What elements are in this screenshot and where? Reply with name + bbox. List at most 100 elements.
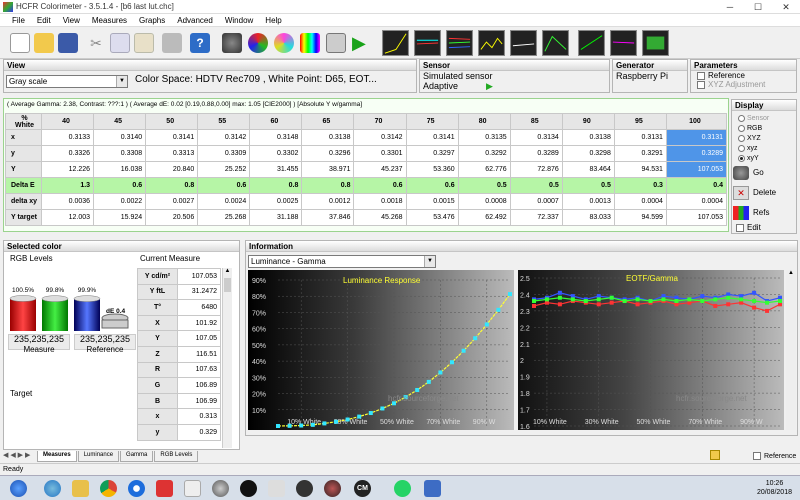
menu-advanced[interactable]: Advanced [171,16,219,25]
eotf-graph[interactable]: 2.5 2.4 2.3 2.2 2.1 2 1.9 1.8 1.7 1.6 10% White 30%… [518,270,784,430]
calibration-app-icon[interactable] [424,480,441,497]
grid-cell[interactable]: 0.3 [613,177,667,194]
grid-column-header[interactable]: 95 [613,113,667,130]
graph-cie-icon[interactable] [542,30,569,56]
reference-checkbox[interactable]: Reference [691,71,796,80]
cut-icon[interactable]: ✂ [86,33,106,53]
status-reference-checkbox[interactable]: Reference [753,452,796,460]
grid-cell[interactable]: 0.6 [353,177,407,194]
grid-cell[interactable]: 0.0018 [353,193,407,210]
grid-cell[interactable]: 0.6 [93,177,147,194]
grid-cell[interactable]: 31.188 [249,209,303,226]
grid-cell[interactable]: 0.5 [509,177,563,194]
print-icon[interactable] [162,33,182,53]
folder-icon[interactable] [72,480,89,497]
pdf-icon[interactable] [156,480,173,497]
grid-cell[interactable]: 83.464 [561,161,615,178]
grid-cell[interactable]: 0.0008 [457,193,511,210]
grid-cell[interactable]: 12.003 [40,209,95,226]
grid-cell[interactable]: 0.0025 [249,193,303,210]
menu-measures[interactable]: Measures [86,16,133,25]
grid-cell[interactable]: 0.0007 [509,193,563,210]
grid-column-header[interactable]: 50 [145,113,199,130]
chrome-icon[interactable] [100,480,117,497]
go-button[interactable]: Go [733,164,783,181]
start-button-icon[interactable] [10,480,27,497]
tab-luminance[interactable]: Luminance [77,451,120,462]
grid-cell[interactable]: 62.776 [457,161,511,178]
grid-column-header[interactable]: 40 [40,113,95,130]
xyz-adjust-checkbox[interactable]: XYZ Adjustment [691,80,796,89]
grid-cell-selected[interactable]: 0.3289 [665,145,728,162]
grid-cell[interactable]: 15.924 [93,209,147,226]
grid-cell[interactable]: 0.4 [665,177,728,194]
minimize-icon[interactable]: ─ [716,0,744,14]
menu-edit[interactable]: Edit [31,16,57,25]
media-icon[interactable] [240,480,257,497]
grid-cell[interactable]: 0.3289 [509,145,563,162]
view-mode-select[interactable]: Gray scale ▼ [6,75,128,88]
scroll-up-icon[interactable]: ▲ [223,268,232,278]
grid-cell[interactable]: 0.3131 [613,129,667,146]
grid-column-header[interactable]: 90 [561,113,615,130]
grid-cell[interactable]: 0.3142 [353,129,407,146]
notepad-icon[interactable] [184,480,201,497]
grid-cell[interactable]: 72.876 [509,161,563,178]
new-file-icon[interactable] [10,33,30,53]
maximize-icon[interactable]: ☐ [744,0,772,14]
grid-cell[interactable]: 0.3302 [249,145,303,162]
grid-cell[interactable]: 83.033 [561,209,615,226]
graph-saturation-shift-icon[interactable] [610,30,637,56]
graph-gamma-icon[interactable] [414,30,441,56]
grid-cell[interactable]: 0.8 [145,177,199,194]
sensor-icon[interactable] [222,33,242,53]
play-icon[interactable]: ▶ [352,33,372,53]
grid-cell[interactable]: 53.360 [405,161,459,178]
grid-cell[interactable]: 94.531 [613,161,667,178]
graph-saturation-icon[interactable] [578,30,605,56]
grid-cell[interactable]: 0.3326 [40,145,95,162]
grid-cell[interactable]: 0.6 [197,177,251,194]
grid-cell[interactable]: 0.0022 [93,193,147,210]
tab-measures[interactable]: Measures [37,451,77,462]
grid-cell[interactable]: 0.3301 [353,145,407,162]
graph-luminance-icon[interactable] [382,30,409,56]
grid-column-header[interactable]: 75 [405,113,459,130]
rgb-balls-icon[interactable] [248,33,268,53]
grid-cell[interactable]: 0.3140 [93,129,147,146]
grid-cell[interactable]: 0.3135 [457,129,511,146]
grid-cell[interactable]: 31.455 [249,161,303,178]
display-option-xyz[interactable]: XYZ [738,133,796,143]
grid-cell[interactable]: 0.3291 [613,145,667,162]
grid-cell[interactable]: 62.492 [457,209,511,226]
grid-cell[interactable]: 0.5 [457,177,511,194]
grid-cell[interactable]: 20.506 [145,209,199,226]
grid-cell[interactable]: 0.3308 [93,145,147,162]
grid-cell[interactable]: 0.3142 [197,129,251,146]
grid-cell[interactable]: 0.0036 [40,193,95,210]
grid-cell[interactable]: 0.3296 [301,145,355,162]
menu-file[interactable]: File [2,16,31,25]
grid-cell[interactable]: 45.268 [353,209,407,226]
grid-cell-selected[interactable]: 0.3131 [665,129,728,146]
color-chart-icon[interactable] [300,33,320,53]
grid-cell[interactable]: 0.0024 [197,193,251,210]
ie-icon[interactable] [44,480,61,497]
info-scrollbar[interactable]: ▲ [786,270,796,430]
grid-cell[interactable]: 0.6 [405,177,459,194]
grid-cell[interactable]: 0.0004 [665,193,728,210]
grid-cell[interactable]: 0.3134 [509,129,563,146]
tab-gamma[interactable]: Gamma [120,451,154,462]
luminance-graph[interactable]: 90% 80% 70% 60% 50% 40% 30% 20% 10% 10% White 30% … [248,270,514,430]
scroll-thumb[interactable] [224,278,231,292]
grid-column-header[interactable]: 55 [197,113,251,130]
measures-scrollbar[interactable]: ▲ [222,268,232,448]
refs-button[interactable]: Refs [733,204,783,221]
copy-icon[interactable] [110,33,130,53]
menu-view[interactable]: View [57,16,86,25]
grid-cell[interactable]: 37.846 [301,209,355,226]
grid-cell-selected[interactable]: 107.053 [665,161,728,178]
camera-icon[interactable] [326,33,346,53]
grid-cell[interactable]: 0.3292 [457,145,511,162]
grid-cell[interactable]: 0.8 [249,177,303,194]
